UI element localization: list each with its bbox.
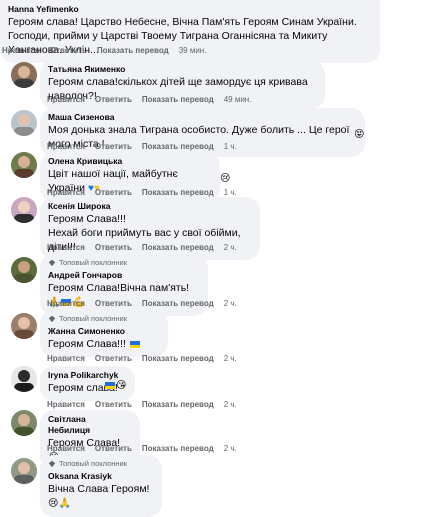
avatar[interactable] [11, 313, 37, 339]
translate-button[interactable]: Показать перевод [142, 188, 214, 197]
comment-actions: Нравится Ответить Показать перевод 39 ми… [2, 46, 206, 55]
comment-author[interactable]: Hanna Yefimenko [8, 4, 370, 15]
diamond-icon [48, 315, 56, 323]
comment-text-content: Героям Слава!!! [48, 338, 126, 350]
comment-bubble: Топовый поклонник Жанна Симоненко Героям… [40, 310, 168, 357]
avatar[interactable] [11, 366, 37, 392]
avatar[interactable] [11, 152, 37, 178]
comment-actions: Нравится Ответить Показать перевод 2 ч. [47, 444, 237, 453]
comment-author[interactable]: Oksana Krasiyk [48, 471, 152, 482]
translate-button[interactable]: Показать перевод [142, 299, 214, 308]
translate-button[interactable]: Показать перевод [142, 354, 214, 363]
reply-button[interactable]: Ответить [95, 444, 132, 453]
translate-button[interactable]: Показать перевод [142, 400, 214, 409]
praying-hands-icon: 🙏 [58, 498, 71, 509]
fan-badge: Топовый поклонник [48, 314, 158, 324]
translate-button[interactable]: Показать перевод [142, 95, 214, 104]
comment-text: Героям Слава!!! [48, 337, 158, 351]
ukraine-flag-icon [105, 382, 115, 389]
reply-button[interactable]: Ответить [95, 400, 132, 409]
fan-badge-label: Топовый поклонник [59, 314, 128, 323]
comment-text-content: Вічна Слава Героям! [48, 483, 150, 495]
avatar-image [11, 410, 37, 436]
comment-time[interactable]: 2 ч. [224, 299, 237, 308]
comment-bubble: Топовый поклонник Oksana Krasiyk Вічна С… [40, 455, 162, 517]
laugh-face-icon: 😘 [116, 380, 127, 391]
comment-author[interactable]: Світлана Небилиця [48, 414, 130, 436]
avatar[interactable] [11, 458, 37, 484]
comment-text: Вічна Слава Героям! 😢🙏 [48, 482, 152, 511]
ukraine-flag-icon [129, 341, 140, 348]
sad-face-icon: 😢 [220, 173, 231, 184]
comment-actions: Нравится Ответить Показать перевод 1 ч. [47, 142, 237, 151]
reply-button[interactable]: Ответить [50, 46, 87, 55]
comment-author[interactable]: Олена Кривицька [48, 156, 210, 167]
avatar[interactable] [11, 197, 37, 223]
comment-actions: Нравится Ответить Показать перевод 49 ми… [47, 95, 251, 104]
comment-actions: Нравится Ответить Показать перевод 2 ч. [47, 299, 237, 308]
avatar-image [11, 366, 37, 392]
reply-button[interactable]: Ответить [95, 188, 132, 197]
like-button[interactable]: Нравится [47, 95, 85, 104]
crying-face-icon: 😢 [48, 498, 59, 509]
like-button[interactable]: Нравится [47, 188, 85, 197]
like-button[interactable]: Нравится [47, 299, 85, 308]
fan-badge-label: Топовый поклонник [59, 258, 128, 267]
comment-time[interactable]: 1 ч. [224, 142, 237, 151]
avatar-image [11, 458, 37, 484]
like-button[interactable]: Нравится [47, 243, 85, 252]
like-button[interactable]: Нравится [2, 46, 40, 55]
like-button[interactable]: Нравится [47, 142, 85, 151]
diamond-icon [48, 259, 56, 267]
comment-author[interactable]: Ксенія Широка [48, 201, 250, 212]
avatar[interactable] [11, 257, 37, 283]
fan-badge: Топовый поклонник [48, 258, 198, 268]
comment-author[interactable]: Маша Сизенова [48, 112, 355, 123]
reply-button[interactable]: Ответить [95, 354, 132, 363]
reply-button[interactable]: Ответить [95, 142, 132, 151]
avatar-image [11, 62, 37, 88]
avatar[interactable] [11, 110, 37, 136]
translate-button[interactable]: Показать перевод [142, 444, 214, 453]
avatar[interactable] [11, 410, 37, 436]
comment-author[interactable]: Жанна Симоненко [48, 326, 158, 337]
like-button[interactable]: Нравится [47, 400, 85, 409]
like-button[interactable]: Нравится [47, 444, 85, 453]
comment-actions: Нравится Ответить Показать перевод 1 ч. [47, 188, 237, 197]
reply-button[interactable]: Ответить [95, 243, 132, 252]
comment-actions: Нравится Ответить Показать перевод 2 ч. [47, 400, 237, 409]
fan-badge: Топовый поклонник [48, 459, 152, 469]
avatar-image [11, 313, 37, 339]
translate-button[interactable]: Показать перевод [142, 142, 214, 151]
reply-button[interactable]: Ответить [95, 95, 132, 104]
fan-badge-label: Топовый поклонник [59, 459, 128, 468]
diamond-icon [48, 460, 56, 468]
avatar-image [11, 152, 37, 178]
translate-button[interactable]: Показать перевод [142, 243, 214, 252]
like-button[interactable]: Нравится [47, 354, 85, 363]
translate-button[interactable]: Показать перевод [97, 46, 169, 55]
reply-button[interactable]: Ответить [95, 299, 132, 308]
avatar[interactable] [11, 62, 37, 88]
comment-time[interactable]: 2 ч. [224, 243, 237, 252]
comment-time[interactable]: 49 мин. [224, 95, 252, 104]
comment-text-content: Героям Слава!Вічна пам'ять! [48, 282, 190, 294]
avatar-image [11, 257, 37, 283]
comment-actions: Нравится Ответить Показать перевод 2 ч. [47, 243, 237, 252]
comment-actions: Нравится Ответить Показать перевод 2 ч. [47, 354, 237, 363]
reaction-badge[interactable]: 😢 [220, 173, 230, 184]
comment-time[interactable]: 2 ч. [224, 354, 237, 363]
avatar-image [11, 110, 37, 136]
comment-time[interactable]: 1 ч. [224, 188, 237, 197]
comment-time[interactable]: 2 ч. [224, 400, 237, 409]
comment-author[interactable]: Андрей Гончаров [48, 270, 198, 281]
comment-time[interactable]: 2 ч. [224, 444, 237, 453]
reaction-badge[interactable]: 😘 [104, 380, 126, 391]
reaction-badge[interactable]: 😝 [354, 129, 364, 140]
avatar-image [11, 197, 37, 223]
comment-author[interactable]: Татьяна Якименко [48, 64, 315, 75]
comment-time[interactable]: 39 мин. [179, 46, 207, 55]
laugh-face-icon: 😝 [354, 129, 365, 140]
